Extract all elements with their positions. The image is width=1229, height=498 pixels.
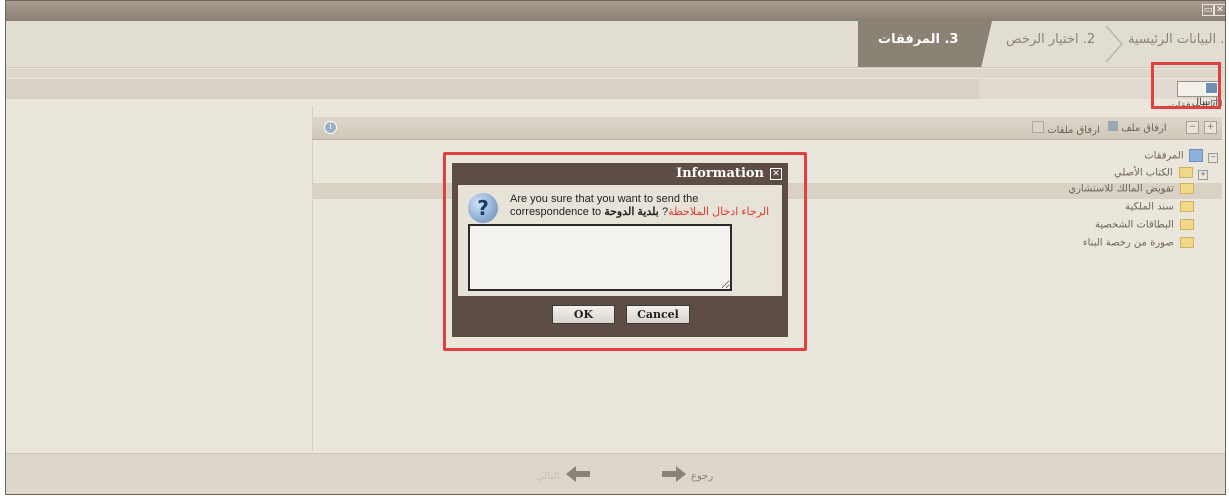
- folder-icon: [1180, 201, 1194, 212]
- highlight-send-box: [1151, 62, 1221, 109]
- bottom-nav-bar: التالي رجوع: [6, 453, 1225, 494]
- step-attachments[interactable]: 3. المرفقات: [878, 32, 958, 47]
- folder-icon: [1180, 237, 1194, 248]
- attach-file-label: ارفاق ملف: [1121, 123, 1167, 134]
- doc-folder-icon: [1188, 149, 1203, 162]
- attach-files-label: ارفاق ملفات: [1047, 125, 1100, 136]
- chevron-right-icon: [1105, 25, 1124, 63]
- tree-node-label: سند الملكية: [1125, 201, 1174, 213]
- back-label[interactable]: رجوع: [691, 471, 713, 482]
- divider-strip: [6, 69, 1225, 78]
- remove-icon[interactable]: −: [1186, 121, 1199, 134]
- tree-node-label: الكتاب الأصلي: [1114, 167, 1173, 179]
- attach-files-icon: [1032, 121, 1044, 133]
- next-label: التالي: [536, 471, 560, 482]
- title-bar: ▭ ✕: [6, 1, 1225, 21]
- tree-node[interactable]: صورة من رخصة البناء: [1083, 237, 1194, 253]
- highlight-dialog-box: [443, 152, 807, 351]
- folder-icon: [1180, 183, 1194, 194]
- folder-icon: [1178, 167, 1193, 178]
- tree-node[interactable]: البطاقات الشخصية: [1095, 219, 1194, 235]
- add-icon[interactable]: +: [1204, 121, 1217, 134]
- expand-icon[interactable]: −: [1208, 152, 1218, 163]
- attach-file-icon: [1108, 121, 1118, 131]
- restore-icon[interactable]: ▭: [1202, 4, 1214, 16]
- tree-node-label: صورة من رخصة البناء: [1082, 237, 1174, 249]
- attach-files-button[interactable]: ارفاق ملفات: [1032, 121, 1100, 136]
- folder-icon: [1180, 219, 1194, 230]
- tree-node-label: البطاقات الشخصية: [1095, 219, 1174, 231]
- attachments-toolbar: i + − ارفاق ملف ارفاق ملفات: [312, 117, 1222, 140]
- arrow-left-icon[interactable]: [566, 466, 590, 482]
- left-panel: [6, 99, 312, 451]
- attach-file-button[interactable]: ارفاق ملف: [1108, 121, 1167, 134]
- tree-node-label: المرفقات: [1144, 150, 1184, 162]
- close-icon[interactable]: ✕: [1214, 4, 1225, 16]
- info-icon[interactable]: i: [324, 121, 337, 134]
- step-licenses[interactable]: 2. اختيار الرخص: [1006, 32, 1095, 47]
- expand-icon[interactable]: +: [1198, 169, 1208, 180]
- step-main-data[interactable]: 1. البيانات الرئيسية: [1128, 32, 1225, 47]
- wizard-steps: 3. المرفقات 2. اختيار الرخص 1. البيانات …: [6, 21, 1225, 68]
- arrow-right-icon[interactable]: [662, 466, 686, 482]
- tree-node[interactable]: − المرفقات: [1144, 149, 1218, 165]
- tree-node[interactable]: + الكتاب الأصلي: [1114, 167, 1208, 183]
- tree-node[interactable]: سند الملكية: [1125, 201, 1194, 217]
- tree-node-label: تفويض المالك للاستشاري: [1068, 183, 1174, 195]
